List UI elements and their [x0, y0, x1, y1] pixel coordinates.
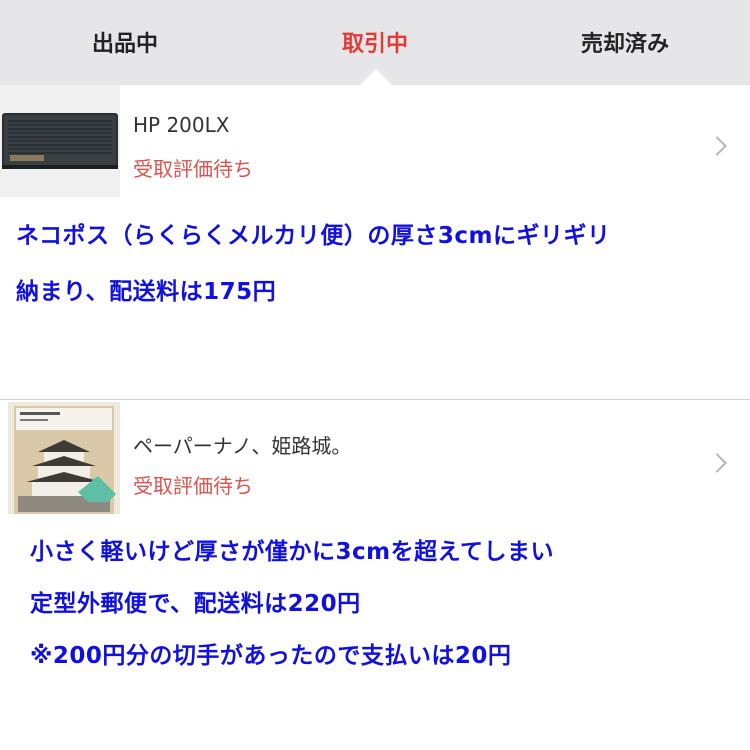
- chevron-right-icon: [707, 136, 727, 156]
- laptop-photo-icon: [0, 85, 120, 197]
- list-item[interactable]: ペーパーナノ、姫路城。 受取評価待ち: [0, 402, 750, 514]
- annotation-line: 小さく軽いけど厚さが僅かに3cmを超えてしまい: [30, 539, 554, 565]
- item-thumbnail: [0, 85, 120, 197]
- item-status: 受取評価待ち: [133, 474, 253, 498]
- item-title: HP 200LX: [133, 113, 230, 137]
- annotation-line: 納まり、配送料は175円: [16, 279, 277, 305]
- active-tab-indicator: [360, 69, 392, 85]
- annotation-line: 定型外郵便で、配送料は220円: [30, 591, 361, 617]
- item-title: ペーパーナノ、姫路城。: [133, 434, 352, 458]
- item-status: 受取評価待ち: [133, 157, 253, 181]
- chevron-right-icon: [707, 453, 727, 473]
- annotation-line: ※200円分の切手があったので支払いは20円: [30, 643, 512, 669]
- divider: [0, 399, 750, 400]
- castle-model-photo-icon: [8, 402, 120, 514]
- annotation-line: ネコポス（らくらくメルカリ便）の厚さ3cmにギリギリ: [16, 223, 611, 249]
- tab-listing[interactable]: 出品中: [0, 0, 250, 85]
- list-item[interactable]: HP 200LX 受取評価待ち: [0, 85, 750, 197]
- item-thumbnail: [8, 402, 120, 514]
- tab-sold[interactable]: 売却済み: [500, 0, 750, 85]
